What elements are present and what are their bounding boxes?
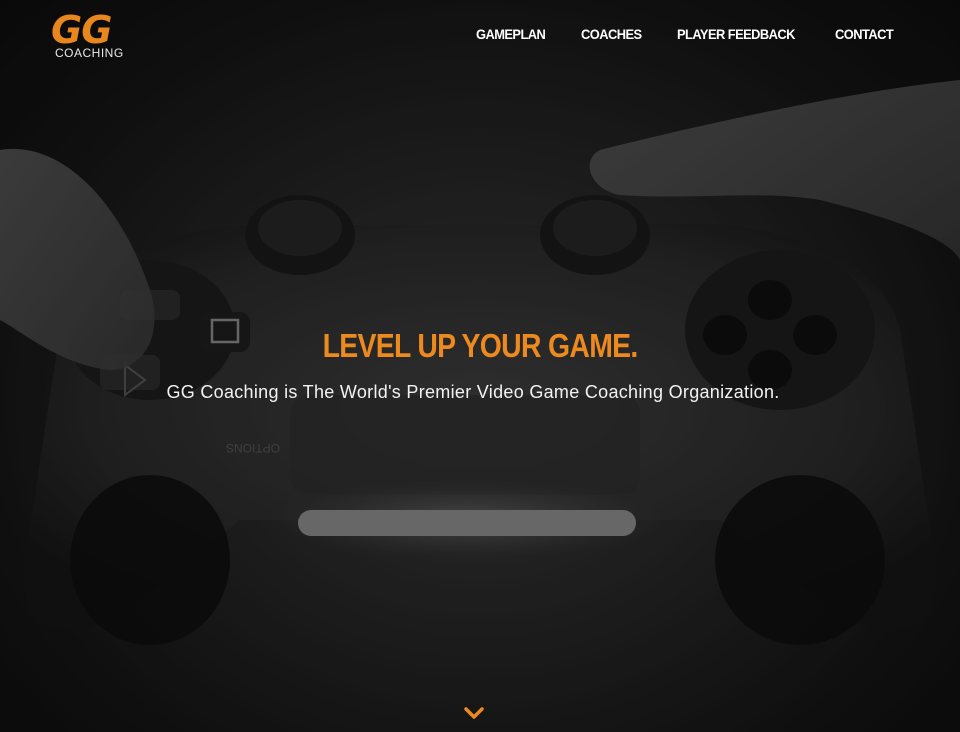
nav-item-coaches[interactable]: COACHES <box>581 26 642 42</box>
gg-coaching-logo[interactable]: GG COACHING <box>51 8 133 62</box>
hero-headline: LEVEL UP YOUR GAME. <box>0 327 960 365</box>
logo-mark: GG <box>51 8 112 52</box>
nav-item-contact[interactable]: CONTACT <box>835 26 894 42</box>
nav-item-gameplan[interactable]: GAMEPLAN <box>476 26 546 42</box>
logo-subtitle: COACHING <box>55 46 124 60</box>
hero-headline-text: LEVEL UP YOUR GAME. <box>322 327 639 364</box>
nav-item-player-feedback[interactable]: PLAYER FEEDBACK <box>677 26 795 42</box>
dark-overlay <box>0 0 960 732</box>
hero-section: OPTIONS GG COACHING GAMEPLAN COACHES PLA… <box>0 0 960 732</box>
hero-subline: GG Coaching is The World's Premier Video… <box>166 382 780 402</box>
main-nav: GAMEPLAN COACHES PLAYER FEEDBACK CONTACT <box>476 26 899 42</box>
chevron-down-icon <box>464 707 484 719</box>
scroll-down-button[interactable] <box>463 704 485 722</box>
